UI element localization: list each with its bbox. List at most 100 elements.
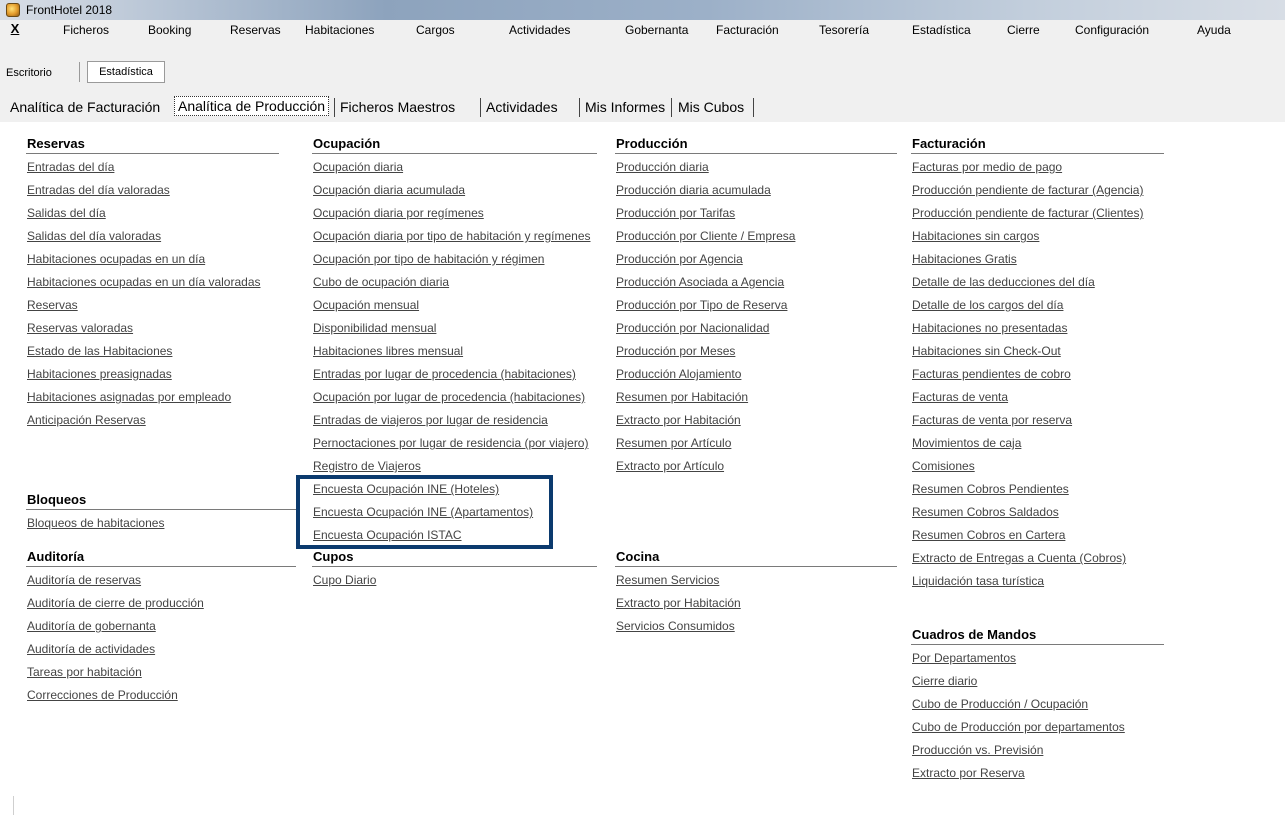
link-report[interactable]: Servicios Consumidos xyxy=(615,619,735,633)
link-report[interactable]: Reservas valoradas xyxy=(26,321,133,335)
link-report[interactable]: Producción por Nacionalidad xyxy=(615,321,769,335)
link-report[interactable]: Producción pendiente de facturar (Agenci… xyxy=(911,183,1143,197)
link-report[interactable]: Resumen Servicios xyxy=(615,573,719,587)
link-report[interactable]: Ocupación diaria por tipo de habitación … xyxy=(312,229,591,243)
link-report[interactable]: Facturas por medio de pago xyxy=(911,160,1062,174)
link-report[interactable]: Ocupación mensual xyxy=(312,298,419,312)
link-report[interactable]: Resumen por Artículo xyxy=(615,436,731,450)
link-report[interactable]: Ocupación por tipo de habitación y régim… xyxy=(312,252,544,266)
link-report[interactable]: Encuesta Ocupación INE (Hoteles) xyxy=(312,482,499,496)
link-report[interactable]: Producción diaria acumulada xyxy=(615,183,771,197)
link-report[interactable]: Cupo Diario xyxy=(312,573,376,587)
menu-tesoreria[interactable]: Tesorería xyxy=(819,23,869,37)
link-report[interactable]: Facturas de venta por reserva xyxy=(911,413,1072,427)
link-report[interactable]: Correcciones de Producción xyxy=(26,688,178,702)
link-report[interactable]: Cubo de Producción / Ocupación xyxy=(911,697,1088,711)
menu-gobernanta[interactable]: Gobernanta xyxy=(625,23,688,37)
link-report[interactable]: Estado de las Habitaciones xyxy=(26,344,172,358)
link-report[interactable]: Liquidación tasa turística xyxy=(911,574,1044,588)
menu-cargos[interactable]: Cargos xyxy=(416,23,455,37)
link-report[interactable]: Ocupación por lugar de procedencia (habi… xyxy=(312,390,585,404)
menu-ficheros[interactable]: Ficheros xyxy=(63,23,109,37)
link-report[interactable]: Habitaciones ocupadas en un día xyxy=(26,252,205,266)
link-report[interactable]: Producción vs. Previsión xyxy=(911,743,1043,757)
tab-analitica-facturacion[interactable]: Analítica de Facturación xyxy=(10,99,160,115)
link-report[interactable]: Entradas de viajeros por lugar de reside… xyxy=(312,413,548,427)
menu-facturacion[interactable]: Facturación xyxy=(716,23,779,37)
tab-mis-cubos[interactable]: Mis Cubos xyxy=(678,99,744,115)
link-report[interactable]: Auditoría de gobernanta xyxy=(26,619,156,633)
link-report[interactable]: Detalle de las deducciones del día xyxy=(911,275,1095,289)
link-report[interactable]: Anticipación Reservas xyxy=(26,413,146,427)
menu-actividades[interactable]: Actividades xyxy=(509,23,570,37)
link-report[interactable]: Producción por Tarifas xyxy=(615,206,735,220)
link-report[interactable]: Ocupación diaria acumulada xyxy=(312,183,465,197)
menu-booking[interactable]: Booking xyxy=(148,23,191,37)
link-report[interactable]: Ocupación diaria xyxy=(312,160,403,174)
link-report[interactable]: Encuesta Ocupación ISTAC xyxy=(312,528,462,542)
link-report[interactable]: Resumen Cobros Saldados xyxy=(911,505,1059,519)
link-report[interactable]: Facturas de venta xyxy=(911,390,1008,404)
link-report[interactable]: Entradas por lugar de procedencia (habit… xyxy=(312,367,576,381)
menu-cierre[interactable]: Cierre xyxy=(1007,23,1040,37)
link-report[interactable]: Auditoría de actividades xyxy=(26,642,155,656)
desktop-tab-escritorio[interactable]: Escritorio xyxy=(6,67,52,79)
link-report[interactable]: Cierre diario xyxy=(911,674,977,688)
menu-reservas[interactable]: Reservas xyxy=(230,23,281,37)
menu-estadistica[interactable]: Estadística xyxy=(912,23,971,37)
link-report[interactable]: Pernoctaciones por lugar de residencia (… xyxy=(312,436,588,450)
link-report[interactable]: Entradas del día valoradas xyxy=(26,183,170,197)
link-report[interactable]: Habitaciones preasignadas xyxy=(26,367,172,381)
tab-ficheros-maestros[interactable]: Ficheros Maestros xyxy=(340,99,455,115)
link-report[interactable]: Producción Alojamiento xyxy=(615,367,741,381)
link-report[interactable]: Extracto por Habitación xyxy=(615,413,741,427)
link-report[interactable]: Extracto por Reserva xyxy=(911,766,1025,780)
link-report[interactable]: Habitaciones ocupadas en un día valorada… xyxy=(26,275,261,289)
link-report[interactable]: Movimientos de caja xyxy=(911,436,1021,450)
link-report[interactable]: Encuesta Ocupación INE (Apartamentos) xyxy=(312,505,533,519)
link-report[interactable]: Comisiones xyxy=(911,459,975,473)
link-report[interactable]: Tareas por habitación xyxy=(26,665,142,679)
link-report[interactable]: Salidas del día xyxy=(26,206,106,220)
link-report[interactable]: Bloqueos de habitaciones xyxy=(26,516,164,530)
tab-actividades[interactable]: Actividades xyxy=(486,99,558,115)
link-report[interactable]: Producción por Cliente / Empresa xyxy=(615,229,795,243)
tab-analitica-produccion[interactable]: Analítica de Producción xyxy=(174,96,330,116)
link-report[interactable]: Habitaciones sin Check-Out xyxy=(911,344,1061,358)
link-report[interactable]: Resumen Cobros en Cartera xyxy=(911,528,1065,542)
link-report[interactable]: Reservas xyxy=(26,298,78,312)
link-report[interactable]: Auditoría de cierre de producción xyxy=(26,596,204,610)
link-report[interactable]: Producción pendiente de facturar (Client… xyxy=(911,206,1143,220)
link-report[interactable]: Por Departamentos xyxy=(911,651,1016,665)
link-report[interactable]: Extracto por Artículo xyxy=(615,459,724,473)
link-report[interactable]: Facturas pendientes de cobro xyxy=(911,367,1071,381)
desktop-tab-estadistica[interactable]: Estadística xyxy=(87,61,165,83)
menu-habitaciones[interactable]: Habitaciones xyxy=(305,23,374,37)
tab-mis-informes[interactable]: Mis Informes xyxy=(585,99,665,115)
link-report[interactable]: Producción por Agencia xyxy=(615,252,743,266)
link-report[interactable]: Resumen Cobros Pendientes xyxy=(911,482,1069,496)
link-report[interactable]: Salidas del día valoradas xyxy=(26,229,161,243)
link-report[interactable]: Registro de Viajeros xyxy=(312,459,421,473)
link-report[interactable]: Resumen por Habitación xyxy=(615,390,748,404)
link-report[interactable]: Disponibilidad mensual xyxy=(312,321,436,335)
link-report[interactable]: Habitaciones libres mensual xyxy=(312,344,463,358)
link-report[interactable]: Producción por Meses xyxy=(615,344,735,358)
link-report[interactable]: Extracto por Habitación xyxy=(615,596,741,610)
link-report[interactable]: Auditoría de reservas xyxy=(26,573,141,587)
menu-configuracion[interactable]: Configuración xyxy=(1075,23,1149,37)
link-report[interactable]: Cubo de Producción por departamentos xyxy=(911,720,1125,734)
menu-ayuda[interactable]: Ayuda xyxy=(1197,23,1231,37)
link-report[interactable]: Producción Asociada a Agencia xyxy=(615,275,784,289)
link-report[interactable]: Habitaciones sin cargos xyxy=(911,229,1039,243)
link-report[interactable]: Ocupación diaria por regímenes xyxy=(312,206,484,220)
link-report[interactable]: Habitaciones no presentadas xyxy=(911,321,1067,335)
link-report[interactable]: Habitaciones Gratis xyxy=(911,252,1017,266)
link-report[interactable]: Producción diaria xyxy=(615,160,709,174)
link-report[interactable]: Extracto de Entregas a Cuenta (Cobros) xyxy=(911,551,1126,565)
link-report[interactable]: Detalle de los cargos del día xyxy=(911,298,1063,312)
link-report[interactable]: Entradas del día xyxy=(26,160,114,174)
close-icon[interactable]: X xyxy=(8,22,22,36)
link-report[interactable]: Habitaciones asignadas por empleado xyxy=(26,390,231,404)
link-report[interactable]: Producción por Tipo de Reserva xyxy=(615,298,787,312)
